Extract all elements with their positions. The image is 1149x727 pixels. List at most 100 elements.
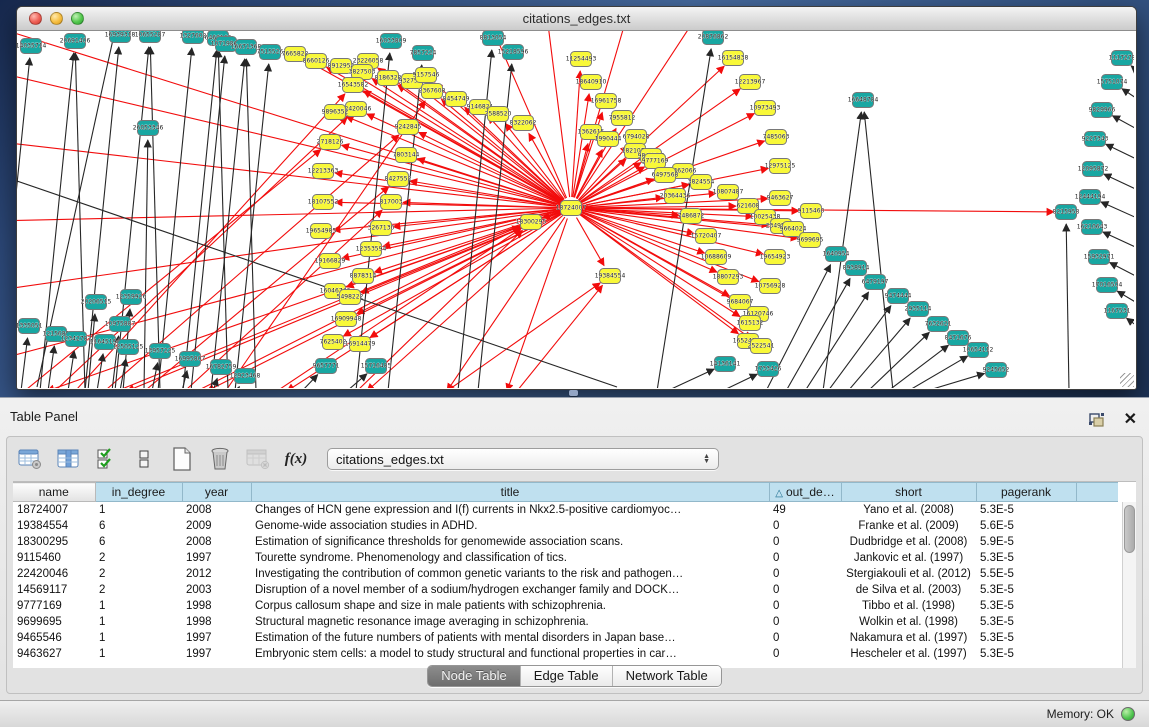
network-node[interactable]: 3267130: [368, 221, 395, 236]
table-cell[interactable]: 5.3E-5: [976, 630, 1076, 646]
table-cell[interactable]: Jankovic et al. (1997): [841, 550, 976, 566]
delete-table-icon[interactable]: [207, 446, 233, 472]
network-node[interactable]: 7486872: [678, 209, 705, 224]
network-node[interactable]: 2522541: [748, 339, 775, 354]
network-node[interactable]: 10688609: [701, 250, 732, 265]
network-node[interactable]: 16648784: [848, 93, 879, 108]
network-node[interactable]: 12975125: [765, 159, 796, 174]
network-node[interactable]: 15716485: [361, 359, 392, 374]
network-node[interactable]: 1733426: [755, 362, 782, 377]
network-node[interactable]: 12213363: [308, 164, 339, 179]
network-nodes[interactable]: 1403571420691406169393181065528713276026…: [17, 31, 1134, 384]
network-node[interactable]: 14035714: [17, 39, 46, 54]
table-cell[interactable]: 6: [95, 534, 182, 550]
close-panel-icon[interactable]: ✕: [1124, 412, 1137, 428]
window-resize-grip[interactable]: [1120, 373, 1134, 387]
table-cell[interactable]: 18724007: [13, 502, 95, 518]
network-node[interactable]: 8660126: [303, 54, 330, 69]
table-cell[interactable]: Dudbridge et al. (2008): [841, 534, 976, 550]
table-cell[interactable]: 14569117: [13, 582, 95, 598]
network-node[interactable]: 20206515: [81, 295, 112, 310]
table-cell[interactable]: 1: [95, 598, 182, 614]
network-node[interactable]: 17016504: [1092, 278, 1123, 293]
column-header-outde[interactable]: △out_de…: [769, 483, 841, 502]
table-cell[interactable]: 2008: [182, 534, 251, 550]
column-header-pagerank[interactable]: pagerank: [976, 483, 1076, 502]
network-node[interactable]: 1615132: [737, 316, 764, 331]
network-node[interactable]: 817003: [380, 195, 403, 210]
table-cell[interactable]: Structural magnetic resonance image aver…: [251, 614, 769, 630]
column-header-year[interactable]: year: [182, 483, 251, 502]
table-cell[interactable]: de Silva et al. (2003): [841, 582, 976, 598]
table-cell[interactable]: 0: [769, 534, 841, 550]
table-cell[interactable]: Estimation of significance thresholds fo…: [251, 534, 769, 550]
network-node[interactable]: 7485063: [763, 130, 790, 145]
network-node[interactable]: 8813054: [480, 31, 507, 46]
table-cell[interactable]: Stergiakouli et al. (2012): [841, 566, 976, 582]
close-window-button[interactable]: [29, 12, 42, 25]
table-cell[interactable]: 2009: [182, 518, 251, 534]
network-node[interactable]: 9227343: [1082, 132, 1109, 147]
network-node[interactable]: 11254493: [566, 52, 597, 67]
table-cell[interactable]: 5.3E-5: [976, 502, 1076, 518]
network-node[interactable]: 8186328: [375, 71, 402, 86]
table-cell[interactable]: Nakamura et al. (1997): [841, 630, 976, 646]
network-node[interactable]: 9699695: [797, 233, 824, 248]
network-node[interactable]: 7803144: [393, 148, 420, 163]
table-cell[interactable]: 49: [769, 502, 841, 518]
table-cell[interactable]: 22420046: [13, 566, 95, 582]
table-cell[interactable]: 2: [95, 566, 182, 582]
table-cell[interactable]: 18300295: [13, 534, 95, 550]
table-row[interactable]: 969969511998Structural magnetic resonanc…: [13, 614, 1118, 630]
table-cell[interactable]: 9465546: [13, 630, 95, 646]
table-cell[interactable]: 1: [95, 614, 182, 630]
table-cell[interactable]: Disruption of a novel member of a sodium…: [251, 582, 769, 598]
network-node[interactable]: 6497568: [652, 168, 679, 183]
table-cell[interactable]: 19384554: [13, 518, 95, 534]
network-node[interactable]: 9474444: [885, 289, 912, 304]
table-cell[interactable]: 2003: [182, 582, 251, 598]
row-height-icon[interactable]: [131, 446, 157, 472]
table-cell[interactable]: Estimation of the future numbers of pati…: [251, 630, 769, 646]
table-cell[interactable]: Wolkin et al. (1998): [841, 614, 976, 630]
table-cell[interactable]: Changes of HCN gene expression and I(f) …: [251, 502, 769, 518]
table-cell[interactable]: 9777169: [13, 598, 95, 614]
table-cell[interactable]: Tourette syndrome. Phenomenology and cla…: [251, 550, 769, 566]
network-node[interactable]: 7632621: [925, 317, 952, 332]
network-node[interactable]: 10807487: [713, 185, 744, 200]
network-node[interactable]: 1327602: [180, 31, 207, 44]
table-row[interactable]: 1872400712008Changes of HCN gene express…: [13, 502, 1118, 518]
network-node[interactable]: 18107552: [308, 195, 339, 210]
table-cell[interactable]: 5.9E-5: [976, 534, 1076, 550]
table-header-row[interactable]: namein_degreeyeartitle△out_de…shortpager…: [13, 483, 1118, 502]
table-cell[interactable]: 0: [769, 598, 841, 614]
table-cell[interactable]: 1997: [182, 630, 251, 646]
network-node[interactable]: 9157546: [413, 68, 440, 83]
table-row[interactable]: 2242004622012Investigating the contribut…: [13, 566, 1118, 582]
table-cell[interactable]: 5.6E-5: [976, 518, 1076, 534]
network-node[interactable]: 16995807: [175, 352, 206, 367]
network-node[interactable]: 13957225: [145, 344, 176, 359]
network-node[interactable]: 9829966: [1089, 103, 1116, 118]
table-scrollbar[interactable]: [1122, 502, 1136, 668]
network-node[interactable]: 10756928: [755, 279, 786, 294]
network-node[interactable]: 19166829: [315, 254, 346, 269]
table-cell[interactable]: 2: [95, 582, 182, 598]
network-node[interactable]: 16033809: [376, 34, 407, 49]
table-cell[interactable]: 5.3E-5: [976, 582, 1076, 598]
network-node[interactable]: 15720407: [691, 229, 722, 244]
table-cell[interactable]: 1998: [182, 598, 251, 614]
table-cell[interactable]: 2: [95, 550, 182, 566]
minimize-window-button[interactable]: [50, 12, 63, 25]
network-node[interactable]: 9115460: [798, 204, 825, 219]
network-node[interactable]: 3824554: [688, 175, 715, 190]
network-node[interactable]: 6479197: [862, 275, 889, 290]
network-node[interactable]: 20364436: [660, 189, 691, 204]
network-node[interactable]: 1117278: [1109, 51, 1134, 66]
network-node[interactable]: 7625402: [320, 335, 347, 350]
tab-network-table[interactable]: Network Table: [612, 666, 721, 686]
network-node[interactable]: 10973493: [750, 101, 781, 116]
table-cell[interactable]: 0: [769, 518, 841, 534]
table-cell[interactable]: 9463627: [13, 646, 95, 662]
network-node[interactable]: 26053346: [133, 121, 164, 136]
